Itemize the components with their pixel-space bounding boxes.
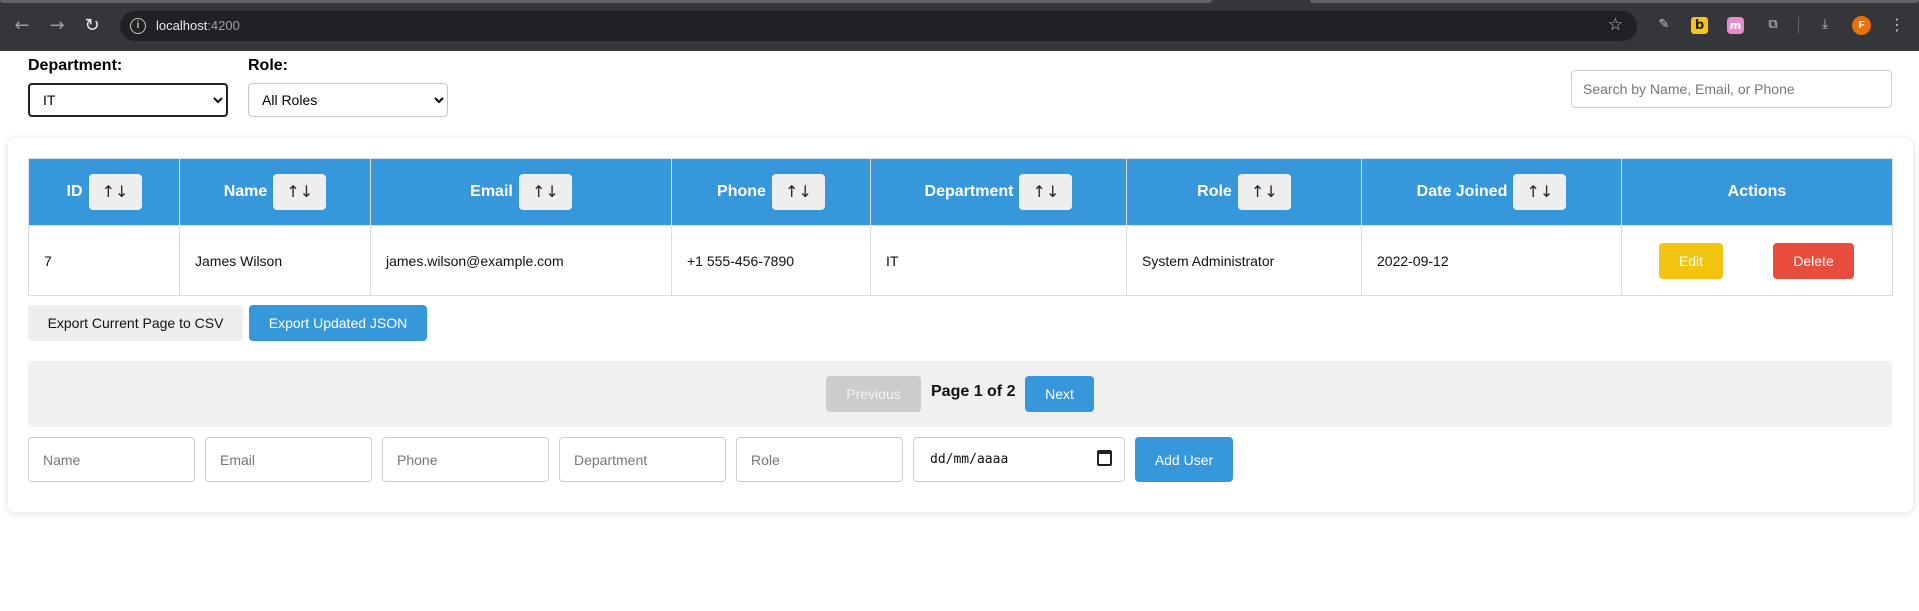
cell-role: System Administrator bbox=[1126, 225, 1362, 296]
forward-icon[interactable]: → bbox=[45, 14, 69, 38]
new-department-field[interactable] bbox=[559, 437, 726, 482]
delete-button[interactable]: Delete bbox=[1773, 243, 1854, 279]
sort-email-button[interactable]: ↑↓ bbox=[518, 174, 572, 210]
next-page-button[interactable]: Next bbox=[1025, 376, 1094, 412]
cell-phone: +1 555-456-7890 bbox=[671, 225, 871, 296]
column-label-id: ID bbox=[66, 183, 83, 200]
cell-email: james.wilson@example.com bbox=[370, 225, 672, 296]
column-label-actions: Actions bbox=[1727, 182, 1787, 200]
browser-toolbar: ← → ↻ i localhost:4200 ☆ ✎ b m ⧉ ⤓ F ⋮ bbox=[0, 0, 1919, 51]
previous-page-button[interactable]: Previous bbox=[826, 376, 921, 412]
b-extension-icon[interactable]: b bbox=[1691, 17, 1708, 34]
profile-avatar[interactable]: F bbox=[1852, 16, 1871, 35]
back-icon[interactable]: ← bbox=[10, 14, 34, 38]
cell-date-joined: 2022-09-12 bbox=[1361, 225, 1622, 296]
extensions-puzzle-icon[interactable]: ⧉ bbox=[1763, 15, 1783, 35]
column-header-name: Name ↑↓ bbox=[179, 158, 371, 226]
site-info-icon[interactable]: i bbox=[130, 18, 146, 34]
add-user-button[interactable]: Add User bbox=[1135, 437, 1233, 482]
column-label-email: Email bbox=[470, 183, 513, 200]
cell-id: 7 bbox=[28, 225, 180, 296]
address-bar[interactable]: i localhost:4200 ☆ bbox=[120, 11, 1637, 41]
table-row: 7 James Wilson james.wilson@example.com … bbox=[28, 225, 1893, 296]
column-header-id: ID ↑↓ bbox=[28, 158, 180, 226]
new-name-field[interactable] bbox=[28, 437, 195, 482]
download-icon[interactable]: ⤓ bbox=[1815, 15, 1835, 35]
new-phone-field[interactable] bbox=[382, 437, 549, 482]
tab-strip-edge bbox=[1310, 0, 1919, 3]
edit-button[interactable]: Edit bbox=[1659, 243, 1723, 279]
department-filter-label: Department: bbox=[28, 57, 123, 74]
new-date-joined-field[interactable]: dd/mm/aaaa bbox=[913, 437, 1125, 482]
search-input[interactable] bbox=[1571, 70, 1892, 108]
column-label-role: Role bbox=[1197, 183, 1232, 200]
sort-role-button[interactable]: ↑↓ bbox=[1237, 174, 1291, 210]
sort-date-joined-button[interactable]: ↑↓ bbox=[1513, 174, 1567, 210]
column-label-phone: Phone bbox=[717, 183, 766, 200]
cell-department: IT bbox=[870, 225, 1127, 296]
column-header-email: Email ↑↓ bbox=[370, 158, 672, 226]
new-role-field[interactable] bbox=[736, 437, 903, 482]
role-filter-label: Role: bbox=[248, 57, 288, 74]
toolbar-divider bbox=[1798, 17, 1799, 34]
sort-id-button[interactable]: ↑↓ bbox=[88, 174, 142, 210]
table-header-row: ID ↑↓ Name ↑↓ Email ↑↓ Phone ↑↓ Department ↑↓… bbox=[28, 158, 1893, 226]
calendar-icon[interactable] bbox=[1097, 450, 1112, 466]
export-csv-button[interactable]: Export Current Page to CSV bbox=[28, 305, 243, 341]
menu-kebab-icon[interactable]: ⋮ bbox=[1887, 15, 1907, 35]
url-port: :4200 bbox=[207, 18, 240, 33]
sort-name-button[interactable]: ↑↓ bbox=[273, 174, 327, 210]
column-header-phone: Phone ↑↓ bbox=[671, 158, 871, 226]
column-label-department: Department bbox=[924, 183, 1014, 200]
role-select[interactable]: All Roles bbox=[248, 83, 448, 117]
sort-phone-button[interactable]: ↑↓ bbox=[771, 174, 825, 210]
department-select[interactable]: IT bbox=[28, 83, 228, 117]
export-json-button[interactable]: Export Updated JSON bbox=[249, 305, 427, 341]
new-email-field[interactable] bbox=[205, 437, 372, 482]
column-header-role: Role ↑↓ bbox=[1126, 158, 1362, 226]
page-indicator: Page 1 of 2 bbox=[931, 383, 1016, 400]
column-label-date-joined: Date Joined bbox=[1416, 183, 1508, 200]
eyedropper-extension-icon[interactable]: ✎ bbox=[1654, 15, 1674, 35]
sort-department-button[interactable]: ↑↓ bbox=[1019, 174, 1073, 210]
date-placeholder-text: dd/mm/aaaa bbox=[930, 452, 1009, 467]
column-header-department: Department ↑↓ bbox=[870, 158, 1127, 226]
column-header-date-joined: Date Joined ↑↓ bbox=[1361, 158, 1622, 226]
cell-actions: Edit Delete bbox=[1621, 225, 1893, 296]
column-label-name: Name bbox=[223, 183, 268, 200]
m-extension-icon[interactable]: m bbox=[1727, 17, 1744, 34]
reload-icon[interactable]: ↻ bbox=[80, 14, 104, 38]
tab-strip-edge bbox=[0, 0, 1212, 3]
bookmark-star-icon[interactable]: ☆ bbox=[1608, 15, 1623, 35]
url-host: localhost bbox=[156, 18, 208, 33]
users-table: ID ↑↓ Name ↑↓ Email ↑↓ Phone ↑↓ Department ↑↓… bbox=[28, 158, 1893, 296]
column-header-actions: Actions bbox=[1621, 158, 1893, 226]
cell-name: James Wilson bbox=[179, 225, 371, 296]
url-text: localhost:4200 bbox=[156, 18, 240, 33]
